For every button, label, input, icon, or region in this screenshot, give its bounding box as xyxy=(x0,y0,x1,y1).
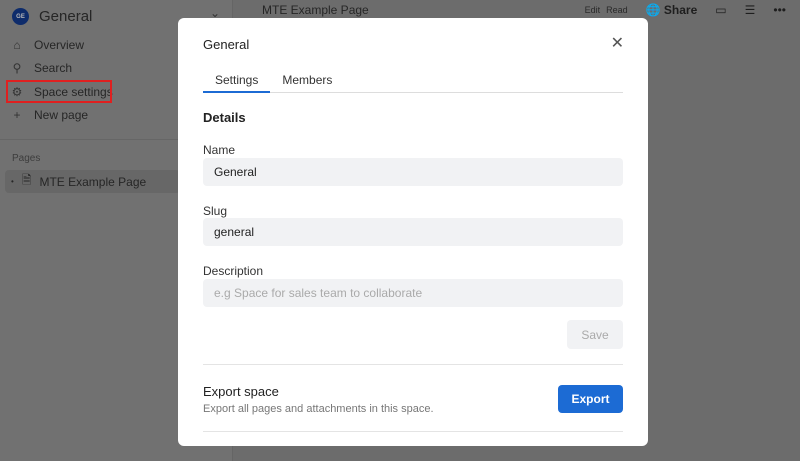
tab-members[interactable]: Members xyxy=(270,73,344,93)
export-title: Export space xyxy=(203,384,279,399)
nav-label: Overview xyxy=(34,38,85,52)
sidebar-item-overview[interactable]: ⌂ Overview xyxy=(10,38,84,52)
globe-icon: 🌐 xyxy=(645,3,661,17)
share-label: Share xyxy=(663,3,698,17)
workspace-name: General xyxy=(39,8,93,25)
divider xyxy=(203,431,623,432)
pages-label: Pages xyxy=(12,153,41,164)
slug-label: Slug xyxy=(203,204,228,218)
highlight-box xyxy=(6,80,112,103)
page-title: MTE Example Page xyxy=(39,174,147,189)
share-button[interactable]: 🌐 Share xyxy=(646,3,698,17)
export-button[interactable]: Export xyxy=(558,385,623,413)
document-icon: 🗎 xyxy=(21,173,32,187)
details-heading: Details xyxy=(203,110,246,125)
sidebar-item-new-page[interactable]: + New page xyxy=(10,108,88,122)
nav-label: Search xyxy=(34,61,73,75)
home-icon: ⌂ xyxy=(13,38,21,52)
modal-title: General xyxy=(203,37,250,52)
bullet-icon: • xyxy=(11,177,14,186)
sidebar-item-search[interactable]: ⚲ Search xyxy=(10,61,72,75)
export-description: Export all pages and attachments in this… xyxy=(203,403,434,415)
top-toolbar: Edit Read 🌐 Share ▭ ☰ ••• xyxy=(585,3,786,17)
breadcrumb-page-title[interactable]: MTE Example Page xyxy=(262,3,369,17)
close-icon[interactable]: ✕ xyxy=(611,33,624,53)
space-settings-modal: General ✕ Settings Members Details Name … xyxy=(178,18,648,446)
page-item[interactable]: • 🗎 MTE Example Page xyxy=(5,170,180,193)
save-button[interactable]: Save xyxy=(567,320,623,349)
tab-settings[interactable]: Settings xyxy=(203,73,271,93)
workspace-avatar: GE xyxy=(12,8,29,25)
edit-option[interactable]: Edit xyxy=(585,5,601,15)
description-input[interactable]: e.g Space for sales team to collaborate xyxy=(203,279,623,307)
name-input[interactable]: General xyxy=(203,158,623,186)
plus-icon: + xyxy=(13,108,21,122)
workspace-switcher[interactable]: GE General xyxy=(12,8,92,25)
divider xyxy=(203,364,623,365)
list-icon[interactable]: ☰ xyxy=(745,3,756,17)
name-label: Name xyxy=(203,143,236,157)
nav-label: New page xyxy=(34,108,89,122)
more-icon[interactable]: ••• xyxy=(773,3,786,17)
search-icon: ⚲ xyxy=(12,61,22,75)
comment-icon[interactable]: ▭ xyxy=(715,3,726,17)
edit-read-toggle[interactable]: Edit Read xyxy=(585,5,628,15)
description-label: Description xyxy=(203,264,264,278)
tabs: Settings Members xyxy=(203,73,623,93)
slug-input[interactable]: general xyxy=(203,218,623,246)
read-option[interactable]: Read xyxy=(606,5,628,15)
